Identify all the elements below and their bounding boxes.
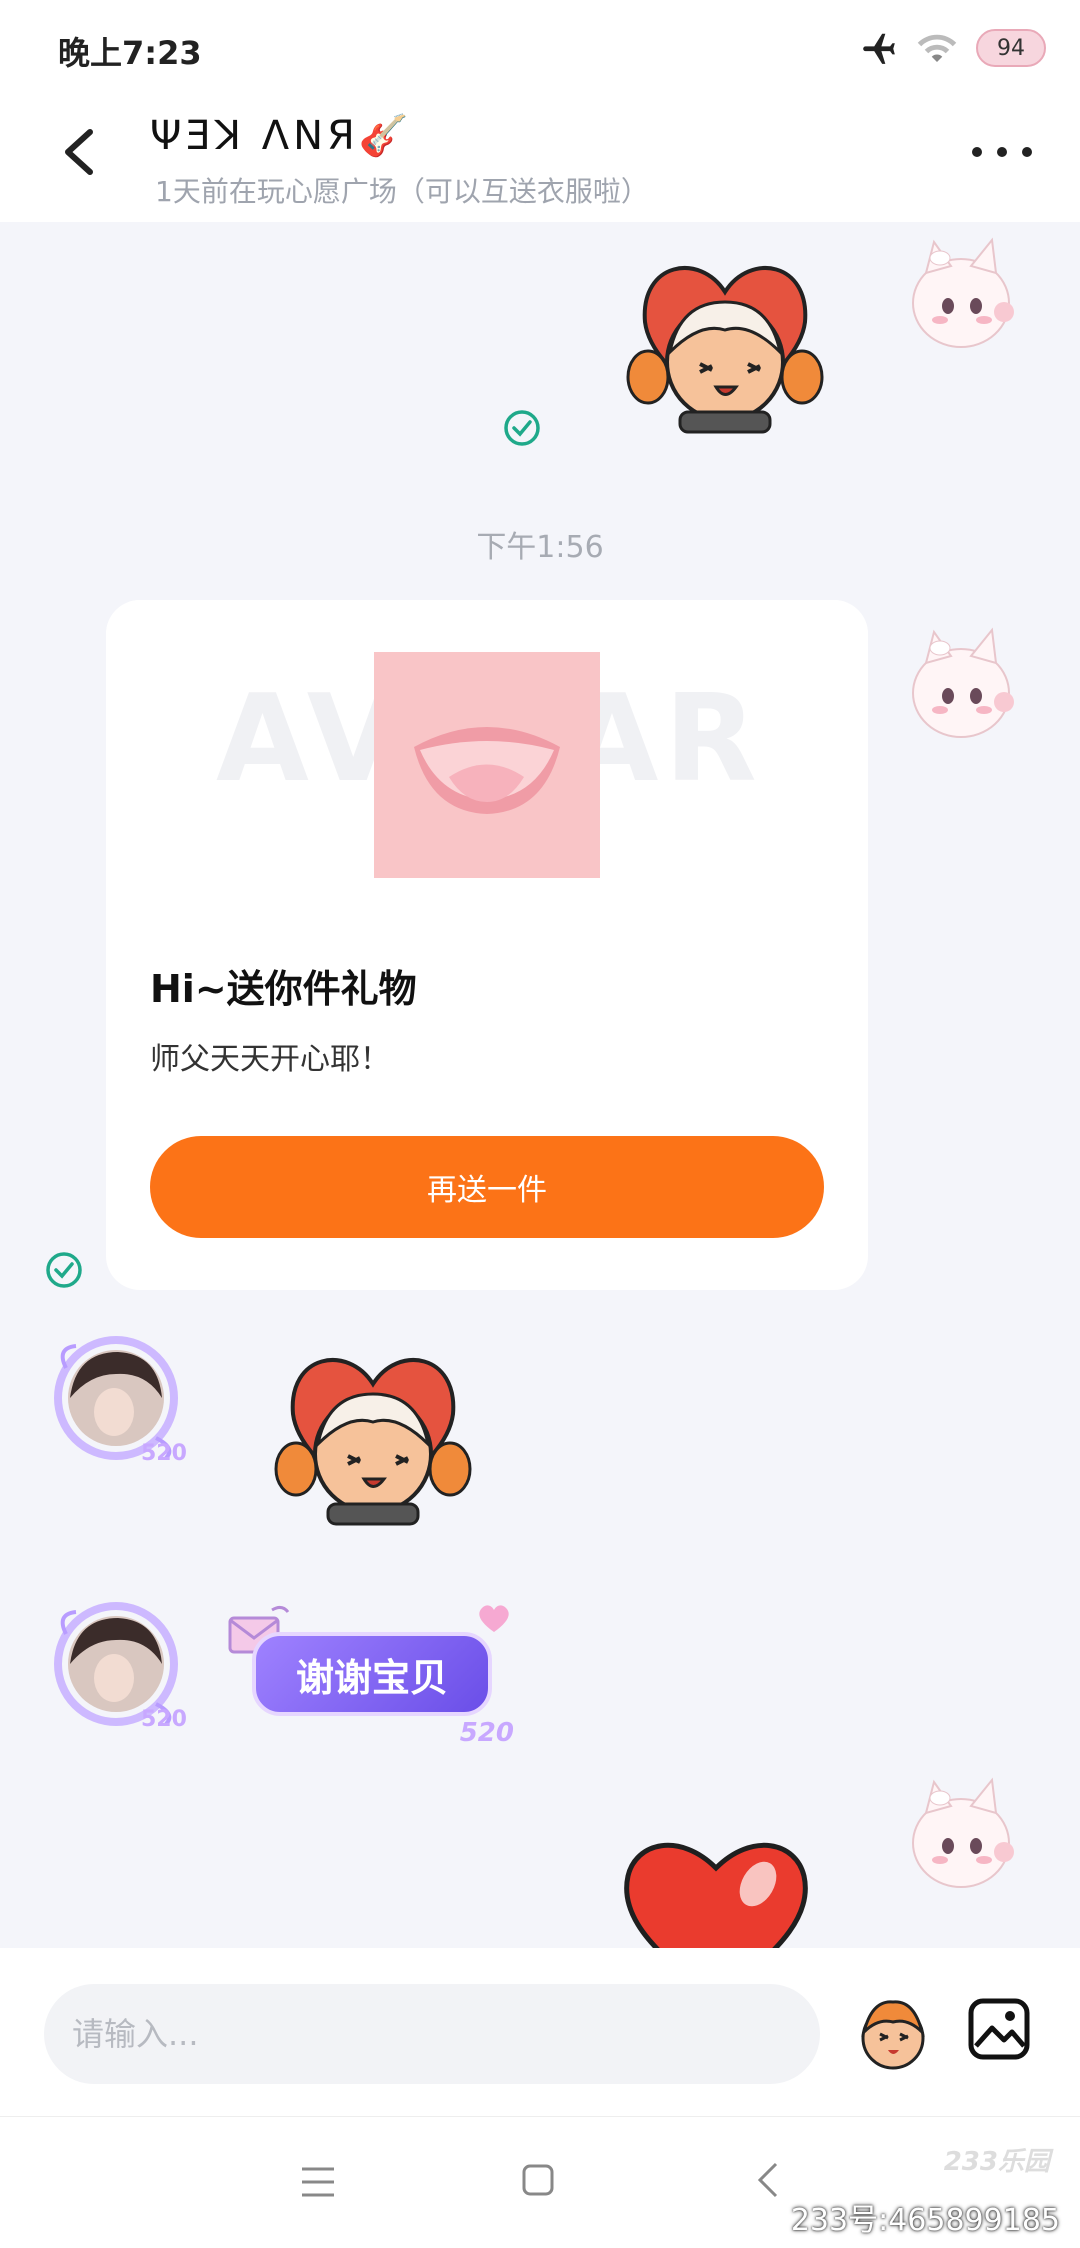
input-bar bbox=[0, 1948, 1080, 2116]
gift-thumbnail[interactable] bbox=[374, 652, 600, 878]
my-avatar[interactable] bbox=[896, 228, 1026, 368]
status-icons: 94 bbox=[860, 26, 1046, 70]
nav-back-icon[interactable] bbox=[756, 2161, 780, 2199]
heart-icon bbox=[479, 1605, 509, 1632]
dot-icon bbox=[997, 147, 1007, 157]
send-again-button[interactable]: 再送一件 bbox=[150, 1136, 824, 1238]
more-options-button[interactable] bbox=[972, 132, 1032, 172]
my-avatar[interactable] bbox=[896, 1768, 1026, 1908]
back-icon[interactable] bbox=[50, 120, 110, 184]
thank-message-bubble[interactable]: 谢谢宝贝 520 bbox=[222, 1602, 518, 1748]
menu-icon[interactable] bbox=[300, 2165, 336, 2199]
gift-title: Hi~送你件礼物 bbox=[150, 967, 417, 1011]
battery-icon: 94 bbox=[976, 29, 1046, 67]
message-timestamp: 下午1:56 bbox=[476, 530, 604, 565]
thank-message-body: 谢谢宝贝 bbox=[252, 1632, 492, 1716]
heart-kid-sticker[interactable] bbox=[268, 1344, 478, 1534]
contact-status: 1天前在玩心愿广场（可以互送衣服啦） bbox=[155, 175, 649, 208]
image-icon[interactable] bbox=[966, 1996, 1032, 2062]
read-check-icon bbox=[504, 410, 540, 446]
emoji-sticker-icon[interactable] bbox=[852, 1992, 934, 2074]
wifi-icon bbox=[917, 34, 957, 62]
avatar-badge: 520 bbox=[141, 1441, 186, 1466]
status-bar: 晚上7:23 94 bbox=[0, 0, 1080, 96]
avatar-badge: 520 bbox=[141, 1707, 186, 1732]
bubble-520-badge: 520 bbox=[459, 1718, 514, 1748]
status-time: 晚上7:23 bbox=[58, 34, 202, 72]
red-heart-sticker[interactable] bbox=[616, 1828, 816, 1948]
airplane-icon bbox=[863, 33, 895, 64]
chat-area[interactable]: 下午1:56 AVATAR Hi~送你件礼物 师父天天开心耶！ 再送一件 bbox=[0, 222, 1080, 1948]
gift-card[interactable]: AVATAR Hi~送你件礼物 师父天天开心耶！ 再送一件 bbox=[106, 600, 868, 1290]
read-check-icon bbox=[46, 1252, 82, 1288]
dot-icon bbox=[972, 147, 982, 157]
system-nav-bar: 233乐园 233号:465899185 bbox=[0, 2116, 1080, 2248]
message-input[interactable] bbox=[44, 1984, 820, 2084]
dot-icon bbox=[1022, 147, 1032, 157]
heart-kid-sticker[interactable] bbox=[620, 252, 830, 442]
contact-avatar[interactable]: 520 bbox=[46, 1328, 186, 1468]
account-id-watermark: 233号:465899185 bbox=[790, 2203, 1060, 2238]
gift-message: 师父天天开心耶！ bbox=[150, 1042, 390, 1077]
my-avatar[interactable] bbox=[896, 618, 1026, 758]
brand-watermark: 233乐园 bbox=[943, 2147, 1050, 2177]
home-icon[interactable] bbox=[522, 2163, 554, 2197]
thank-message-text: 谢谢宝贝 bbox=[295, 1655, 448, 1700]
contact-name[interactable]: ΨƎꓘ ΛꓠЯ🎸 bbox=[150, 112, 413, 159]
chat-header: ΨƎꓘ ΛꓠЯ🎸 1天前在玩心愿广场（可以互送衣服啦） bbox=[0, 96, 1080, 222]
gift-image-area: AVATAR bbox=[106, 600, 868, 890]
lips-icon bbox=[414, 727, 560, 814]
contact-avatar[interactable]: 520 bbox=[46, 1594, 186, 1734]
